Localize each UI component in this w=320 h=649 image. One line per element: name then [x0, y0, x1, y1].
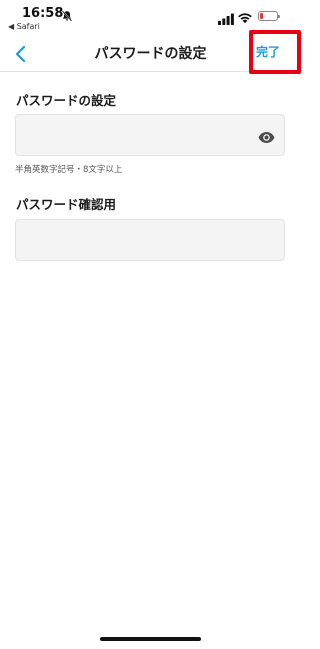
- password-hint: 半角英数字記号・8文字以上: [15, 165, 123, 175]
- password-field[interactable]: [15, 114, 285, 156]
- bell-slash-icon: [61, 7, 73, 22]
- screen: 16:58 ◀ Safari パスワードの設定 完了 パスワードの設定 半角英数…: [0, 0, 301, 649]
- status-time: 16:58: [22, 6, 64, 21]
- cellular-signal-icon: [218, 10, 234, 25]
- home-indicator: [100, 637, 201, 641]
- battery-icon: [258, 11, 280, 21]
- back-to-safari-link[interactable]: ◀ Safari: [8, 22, 40, 31]
- battery-level: [260, 13, 263, 19]
- confirm-password-label: パスワード確認用: [16, 197, 117, 212]
- wifi-icon: [237, 9, 253, 24]
- password-label: パスワードの設定: [16, 93, 117, 108]
- done-button[interactable]: 完了: [256, 43, 280, 60]
- confirm-password-field[interactable]: [15, 219, 285, 261]
- eye-icon[interactable]: [258, 129, 275, 143]
